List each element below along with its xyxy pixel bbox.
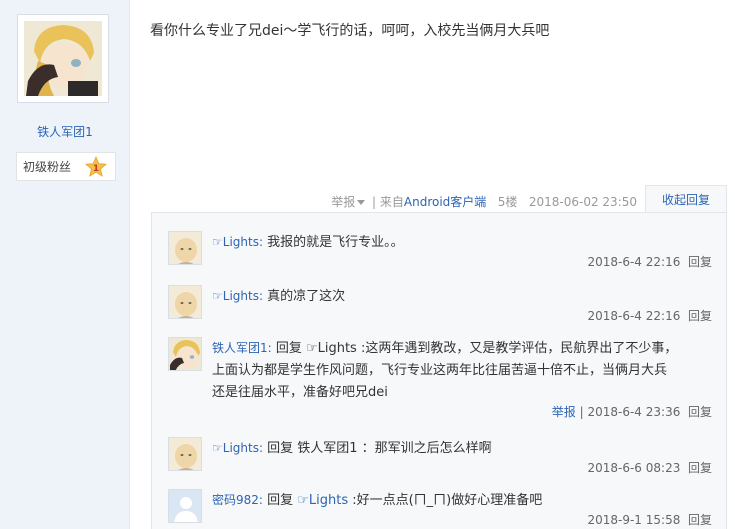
- comment-user[interactable]: 密码982:: [212, 493, 263, 507]
- author-avatar[interactable]: [17, 14, 109, 103]
- report-dropdown[interactable]: 举报: [331, 195, 368, 209]
- comment-text: 回复 铁人军团1 ：那军训之后怎么样啊: [263, 441, 492, 456]
- mention-link[interactable]: ☞Lights: [297, 493, 348, 508]
- comment-text: 我报的就是飞行专业。。: [263, 235, 404, 250]
- list-item: 铁人军团1: 回复 ☞Lights :这两年遇到教改，又是教学评估，民航界出了不…: [168, 337, 712, 427]
- fan-level-label: 初级粉丝: [23, 160, 72, 174]
- author-name[interactable]: 铁人军团1: [0, 123, 130, 140]
- comment-user[interactable]: ☞Lights:: [212, 441, 263, 455]
- comment-time: 2018-9-1 15:58: [587, 513, 681, 527]
- comment-meta: 举报 | 2018-6-4 23:36 回复: [551, 405, 712, 419]
- comment-meta: 2018-9-1 15:58 回复: [587, 511, 712, 528]
- comment-time: 2018-6-4 22:16: [587, 255, 681, 269]
- comment-text-line-3: 还是往届水平，准备好吧兄dei: [212, 385, 388, 400]
- reply-button[interactable]: 回复: [688, 309, 712, 323]
- comment-body: 铁人军团1: 回复 ☞Lights :这两年遇到教改，又是教学评估，民航界出了不…: [212, 337, 712, 404]
- list-item: ☞Lights: 真的凉了这次 2018-6-4 22:16 回复: [168, 285, 712, 335]
- comment-user[interactable]: 铁人军团1:: [212, 341, 272, 355]
- chevron-down-icon: [357, 200, 366, 205]
- comment-avatar[interactable]: [168, 489, 202, 523]
- comment-list: ☞Lights: 我报的就是飞行专业。。 2018-6-4 22:16 回复 ☞…: [151, 212, 727, 529]
- post-timestamp: 2018-06-02 23:50: [528, 195, 637, 209]
- reply-button[interactable]: 回复: [688, 405, 712, 419]
- comment-avatar[interactable]: [168, 285, 202, 319]
- comment-meta: 2018-6-4 22:16 回复: [587, 307, 712, 324]
- comment-avatar[interactable]: [168, 437, 202, 471]
- list-item: 密码982: 回复 ☞Lights :好一点点(ㄇ_ㄇ)做好心理准备吧 2018…: [168, 489, 712, 529]
- comment-user[interactable]: ☞Lights:: [212, 235, 263, 249]
- comment-body: ☞Lights: 回复 铁人军团1 ：那军训之后怎么样啊: [212, 437, 712, 460]
- comment-meta: 2018-6-4 22:16 回复: [587, 253, 712, 270]
- report-link[interactable]: 举报: [552, 405, 576, 419]
- comment-user[interactable]: ☞Lights:: [212, 289, 263, 303]
- comment-meta: 2018-6-6 08:23 回复: [587, 459, 712, 476]
- source-client-link[interactable]: Android客户端: [404, 195, 486, 209]
- comment-body: ☞Lights: 我报的就是飞行专业。。: [212, 231, 712, 254]
- report-label: 举报: [331, 195, 356, 209]
- collapse-replies-button[interactable]: 收起回复: [645, 185, 727, 214]
- comment-time: 2018-6-4 23:36: [587, 405, 681, 419]
- comment-text: :好一点点(ㄇ_ㄇ)做好心理准备吧: [348, 493, 543, 508]
- floor-number: 5楼: [497, 195, 518, 209]
- list-item: ☞Lights: 我报的就是飞行专业。。 2018-6-4 22:16 回复: [168, 231, 712, 281]
- comment-text-line-2: 上面认为都是学生作风问题，飞行专业这两年比往届苦逼十倍不止，当俩月大兵: [212, 363, 668, 378]
- level-star-icon: 1: [85, 156, 107, 177]
- comment-text: 真的凉了这次: [263, 289, 346, 304]
- author-column: 铁人军团1 初级粉丝 1: [0, 0, 130, 529]
- svg-text:1: 1: [93, 164, 99, 174]
- post-content: 看你什么专业了兄dei～学飞行的话，呵呵，入校先当俩月大兵吧: [150, 23, 550, 39]
- anime-avatar-image: [24, 21, 102, 96]
- post-meta: 举报 | 来自Android客户端 5楼 2018-06-02 23:50: [331, 193, 637, 210]
- comment-body: ☞Lights: 真的凉了这次: [212, 285, 712, 308]
- reply-button[interactable]: 回复: [688, 461, 712, 475]
- list-item: ☞Lights: 回复 铁人军团1 ：那军训之后怎么样啊 2018-6-6 08…: [168, 437, 712, 487]
- comment-body: 密码982: 回复 ☞Lights :好一点点(ㄇ_ㄇ)做好心理准备吧: [212, 489, 712, 512]
- comment-text-line-1: 回复 ☞Lights :这两年遇到教改，又是教学评估，民航界出了不少事，: [271, 341, 678, 356]
- post-tail-bar: 举报 | 来自Android客户端 5楼 2018-06-02 23:50 收起…: [331, 185, 735, 214]
- reply-button[interactable]: 回复: [688, 255, 712, 269]
- reply-button[interactable]: 回复: [688, 513, 712, 527]
- comment-time: 2018-6-6 08:23: [587, 461, 681, 475]
- source-prefix: | 来自: [372, 195, 404, 209]
- comment-time: 2018-6-4 22:16: [587, 309, 681, 323]
- comment-avatar[interactable]: [168, 337, 202, 371]
- comment-text-prefix: 回复: [262, 493, 298, 508]
- comment-avatar[interactable]: [168, 231, 202, 265]
- fan-level-badge[interactable]: 初级粉丝 1: [16, 152, 116, 181]
